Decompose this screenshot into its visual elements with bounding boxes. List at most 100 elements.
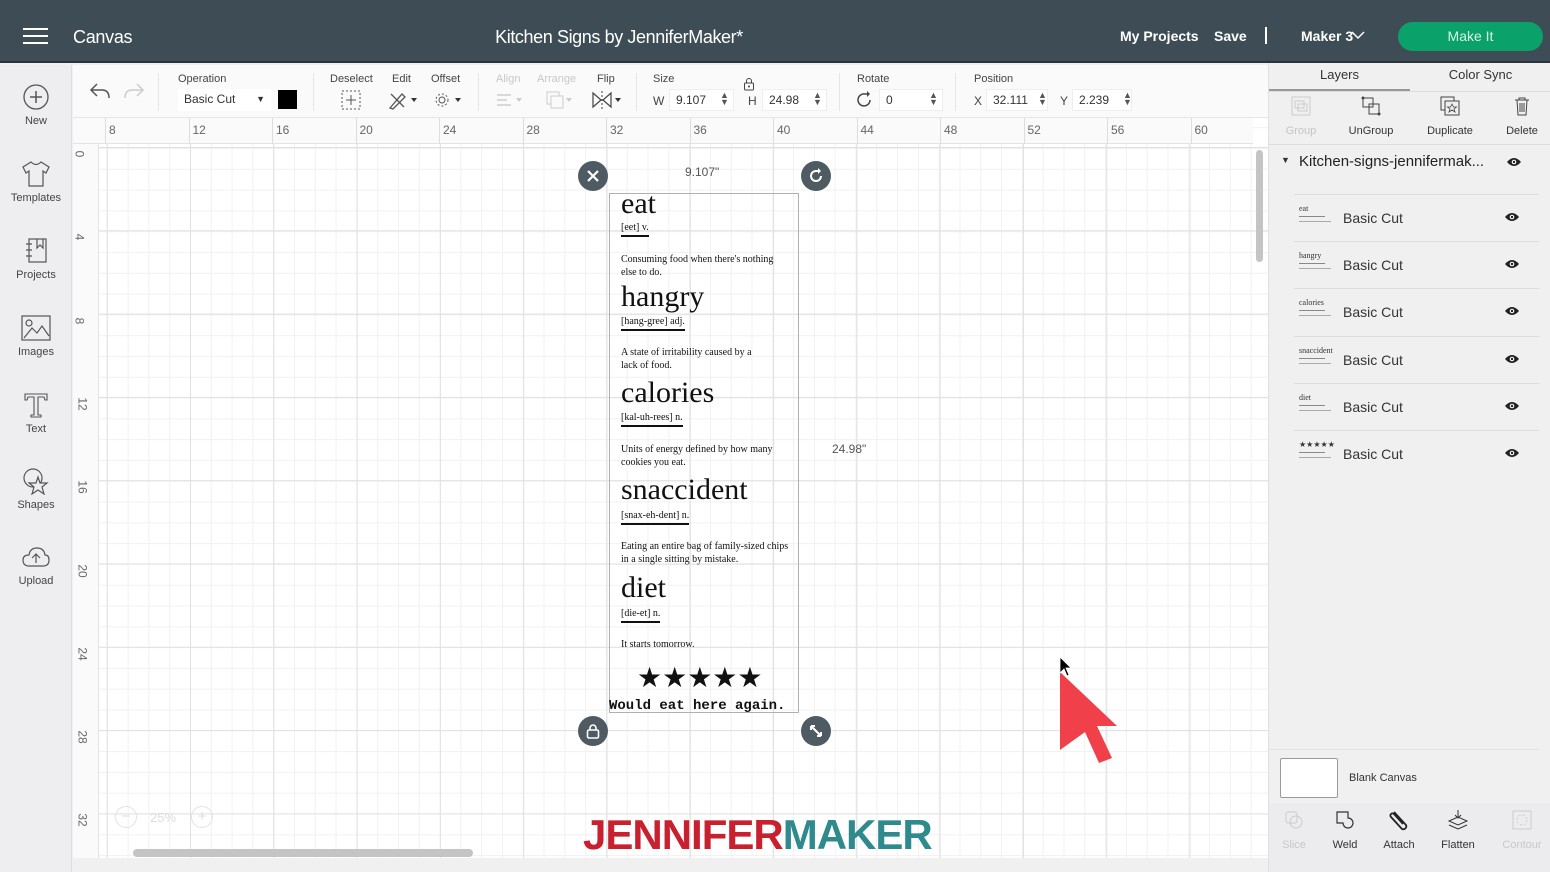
- flip-icon[interactable]: [591, 90, 623, 110]
- redo-icon[interactable]: [123, 82, 145, 100]
- width-stepper[interactable]: ▲ ▼: [720, 91, 729, 107]
- ruler-tick-label: 20: [75, 563, 90, 578]
- eye-icon[interactable]: [1504, 401, 1520, 411]
- contour-button[interactable]: Contour: [1494, 803, 1550, 851]
- eye-icon[interactable]: [1504, 306, 1520, 316]
- eye-icon[interactable]: [1504, 259, 1520, 269]
- align-label: Align: [496, 73, 521, 85]
- ruler-tick-label: 40: [777, 123, 791, 137]
- layer-row[interactable]: ★★★★★ Basic Cut: [1294, 430, 1539, 476]
- width-dimension-readout: 9.107": [685, 165, 720, 179]
- lock-icon[interactable]: [743, 77, 755, 91]
- sidebar-item-projects[interactable]: Projects: [0, 237, 72, 281]
- layer-row[interactable]: snaccident Basic Cut: [1294, 335, 1539, 382]
- ruler-horizontal: 8 12 16 20 24 28 32 36 40 44 48 52 56 60: [73, 118, 1253, 144]
- layer-thumbnail-text: calories: [1299, 298, 1324, 308]
- sidebar-item-new[interactable]: New: [0, 83, 72, 127]
- make-it-button[interactable]: Make It: [1398, 22, 1543, 51]
- vertical-scrollbar[interactable]: [1256, 150, 1263, 262]
- design-pronunciation: [die-et] n.: [621, 608, 661, 623]
- ruler-tick-label: 16: [75, 480, 90, 494]
- deselect-icon[interactable]: [341, 90, 361, 110]
- resize-handle[interactable]: [801, 716, 831, 746]
- duplicate-button[interactable]: Duplicate: [1415, 91, 1485, 137]
- ruler-tick-label: 8: [109, 123, 116, 137]
- sidebar-item-upload[interactable]: Upload: [0, 545, 72, 587]
- ruler-tick-label: 48: [944, 123, 958, 137]
- y-position-stepper[interactable]: ▲ ▼: [1123, 91, 1132, 107]
- divider: [636, 73, 637, 111]
- rotate-handle[interactable]: [801, 161, 831, 191]
- bottom-toolbar: Slice Weld Attach Flatten Contour: [1269, 803, 1550, 872]
- ruler-tick-label: 24: [443, 123, 457, 137]
- undo-icon[interactable]: [89, 82, 111, 100]
- ruler-tick-label: 28: [75, 730, 90, 744]
- ruler-tick: [606, 118, 607, 144]
- ungroup-button[interactable]: UnGroup: [1336, 91, 1406, 137]
- flatten-icon: [1447, 810, 1469, 830]
- horizontal-scrollbar[interactable]: [133, 849, 473, 857]
- offset-icon[interactable]: [433, 90, 463, 110]
- layer-thumbnail: snaccident: [1299, 345, 1333, 373]
- layer-thumbnail-text: ★★★★★: [1299, 440, 1335, 449]
- operation-label: Operation: [178, 73, 227, 85]
- layer-name: Basic Cut: [1343, 446, 1403, 462]
- group-label: Group: [1285, 125, 1317, 137]
- expand-caret-icon[interactable]: ▼: [1281, 155, 1290, 165]
- my-projects-link[interactable]: My Projects: [1120, 28, 1199, 44]
- sidebar-label: Templates: [10, 192, 62, 204]
- operation-color-swatch[interactable]: [278, 90, 297, 109]
- attach-button[interactable]: Attach: [1371, 803, 1427, 851]
- ruler-tick: [689, 118, 691, 144]
- height-stepper[interactable]: ▲ ▼: [813, 91, 822, 107]
- star-rating: ★★★★★: [637, 663, 763, 694]
- tab-layers[interactable]: Layers: [1269, 67, 1410, 91]
- width-axis-label: W: [653, 94, 665, 108]
- rotate-stepper[interactable]: ▲ ▼: [929, 91, 938, 107]
- layer-row[interactable]: diet Basic Cut: [1294, 382, 1539, 429]
- document-title[interactable]: Kitchen Signs by JenniferMaker*: [0, 27, 1238, 48]
- layer-row[interactable]: hangry Basic Cut: [1294, 241, 1539, 287]
- watermark-part2: MAKER: [782, 811, 933, 858]
- delete-handle[interactable]: [578, 161, 608, 191]
- align-icon: [497, 94, 522, 106]
- sidebar-item-images[interactable]: Images: [0, 314, 72, 358]
- group-button[interactable]: Group: [1266, 91, 1336, 137]
- rotate-icon: [857, 91, 871, 107]
- lock-handle[interactable]: [578, 716, 608, 746]
- machine-selector[interactable]: Maker 3: [1301, 28, 1365, 44]
- sidebar-item-shapes[interactable]: Shapes: [0, 467, 72, 511]
- resize-icon: [810, 725, 822, 737]
- dropdown-arrow-icon: ▼: [256, 94, 265, 104]
- eye-icon[interactable]: [1504, 354, 1520, 364]
- sidebar-item-text[interactable]: Text: [0, 391, 72, 435]
- x-position-stepper[interactable]: ▲ ▼: [1038, 91, 1047, 107]
- tab-color-sync[interactable]: Color Sync: [1410, 67, 1550, 91]
- zoom-in-button[interactable]: +: [191, 806, 213, 828]
- delete-button[interactable]: Delete: [1487, 91, 1550, 137]
- edit-label: Edit: [392, 73, 411, 85]
- eye-icon[interactable]: [1504, 212, 1520, 222]
- design-word: snaccident: [621, 473, 748, 506]
- operation-select[interactable]: Basic Cut ▼: [178, 89, 271, 111]
- layer-thumbnail-text: hangry: [1299, 251, 1322, 261]
- layer-thumbnail-text: snaccident: [1299, 345, 1333, 355]
- weld-button[interactable]: Weld: [1317, 803, 1373, 851]
- selected-design[interactable]: eat [eet] v. Consuming food when there's…: [609, 189, 799, 714]
- sidebar-item-templates[interactable]: Templates: [0, 160, 72, 204]
- layer-row[interactable]: calories Basic Cut: [1294, 288, 1539, 334]
- ruler-tick: [272, 118, 273, 144]
- eye-icon[interactable]: [1504, 448, 1520, 458]
- flatten-button[interactable]: Flatten: [1430, 803, 1486, 851]
- zoom-out-button[interactable]: −: [115, 806, 137, 828]
- slice-button[interactable]: Slice: [1266, 803, 1322, 851]
- ruler-tick: [439, 118, 440, 144]
- blank-canvas-swatch[interactable]: [1280, 758, 1338, 798]
- ruler-tick: [773, 118, 774, 144]
- eye-icon[interactable]: [1506, 157, 1522, 167]
- save-button[interactable]: Save: [1214, 28, 1247, 44]
- divider: [478, 73, 479, 111]
- layer-group-row[interactable]: ▼ Kitchen-signs-jennifermak...: [1269, 147, 1539, 177]
- layer-row[interactable]: eat Basic Cut: [1294, 194, 1539, 240]
- edit-tools-icon[interactable]: [388, 90, 418, 110]
